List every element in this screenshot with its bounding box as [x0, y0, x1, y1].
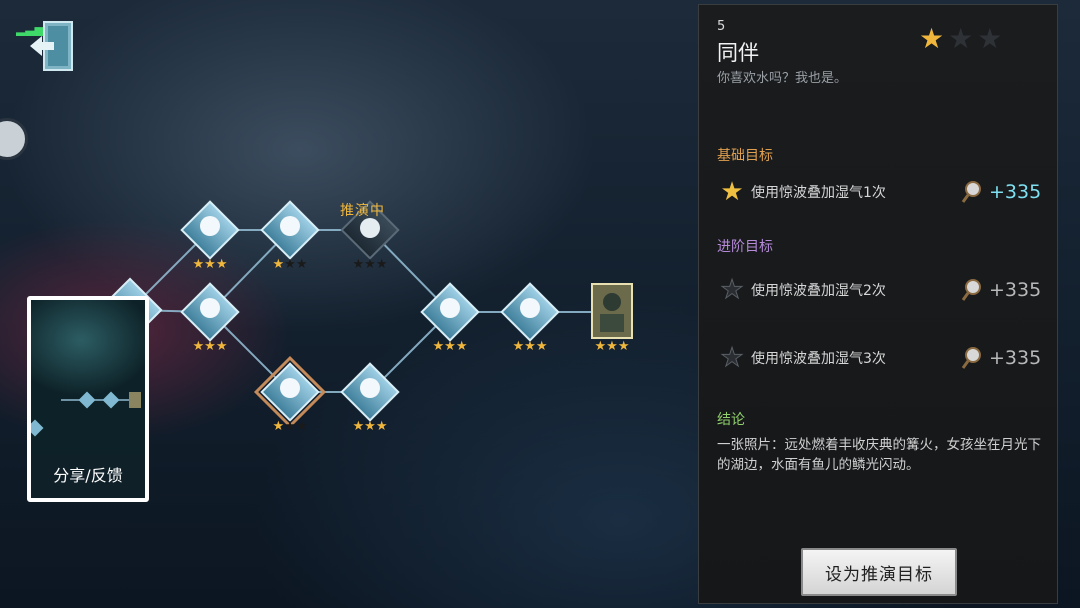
share-feedback-label: 分享/反馈: [53, 466, 123, 485]
objective-row: ★ 使用惊波叠加湿气1次 +335: [717, 177, 1047, 207]
node-stars: ★★★: [193, 257, 228, 272]
character-silhouette-icon: [440, 298, 460, 318]
share-feedback-card[interactable]: 分享/反馈: [27, 296, 149, 502]
conclusion-header: 结论: [717, 412, 745, 428]
objective-reward: +335: [989, 347, 1042, 369]
character-silhouette-icon: [280, 216, 300, 236]
objective-reward: +335: [989, 181, 1042, 203]
graph-node[interactable]: ★★★: [500, 282, 560, 354]
star-empty-icon: ★: [948, 22, 974, 55]
node-stars: ★★★: [353, 419, 388, 434]
character-silhouette-icon: [360, 378, 380, 398]
chapter-quote: 你喜欢水吗？我也是。: [717, 71, 848, 86]
magnifier-icon: [961, 277, 987, 303]
chapter-title: 同伴: [717, 41, 759, 65]
magnifier-icon: [961, 345, 987, 371]
node-stars: ★★★: [433, 339, 468, 354]
graph-node[interactable]: ★★★: [420, 282, 480, 354]
objective-reward: +335: [989, 279, 1042, 301]
character-silhouette-icon: [200, 298, 220, 318]
graph-node[interactable]: ★★★: [340, 362, 400, 434]
node-stars: ★★★: [595, 339, 630, 354]
character-silhouette-icon: [200, 216, 220, 236]
basic-objectives-header: 基础目标: [717, 148, 773, 164]
active-node-label: 推演中: [340, 203, 385, 219]
star-filled-icon: ★: [720, 177, 744, 207]
graph-node-portrait[interactable]: ★★★: [591, 283, 633, 354]
character-silhouette-icon: [520, 298, 540, 318]
share-thumbnail: [31, 300, 145, 455]
node-stars: ★★★: [513, 339, 548, 354]
star-empty-icon: ★: [720, 275, 744, 306]
graph-node[interactable]: ★★★: [180, 200, 240, 272]
objective-row: ★ 使用惊波叠加湿气3次 +335: [717, 343, 1047, 374]
objective-text: 使用惊波叠加湿气2次: [751, 283, 886, 299]
star-empty-icon: ★: [977, 22, 1003, 55]
objective-row: ★ 使用惊波叠加湿气2次 +335: [717, 275, 1047, 306]
magnifier-icon: [961, 179, 987, 205]
conclusion-text: 一张照片：远处燃着丰收庆典的篝火，女孩坐在月光下的湖边，水面有鱼儿的鳞光闪动。: [717, 437, 1041, 473]
graph-node[interactable]: ★★★: [260, 200, 320, 272]
character-portrait-icon: [603, 293, 621, 311]
graph-node[interactable]: ★★★: [180, 282, 240, 354]
node-stars: ★★★: [273, 419, 308, 434]
objective-text: 使用惊波叠加湿气1次: [751, 185, 886, 201]
character-silhouette-icon: [360, 218, 380, 238]
chapter-rating: ★ ★ ★: [919, 25, 1002, 53]
objective-text: 使用惊波叠加湿气3次: [751, 351, 886, 367]
node-stars: ★★★: [273, 257, 308, 272]
star-empty-icon: ★: [720, 343, 744, 374]
set-deduction-target-button[interactable]: 设为推演目标: [801, 548, 957, 596]
detail-panel: 5 同伴 你喜欢水吗？我也是。 ★ ★ ★ 基础目标 ★ 使用惊波叠加湿气1次 …: [698, 4, 1058, 604]
character-silhouette-icon: [280, 378, 300, 398]
node-stars: ★★★: [353, 257, 388, 272]
chapter-number: 5: [717, 19, 726, 34]
advanced-objectives-header: 进阶目标: [717, 239, 773, 255]
node-stars: ★★★: [193, 339, 228, 354]
star-filled-icon: ★: [919, 22, 945, 55]
